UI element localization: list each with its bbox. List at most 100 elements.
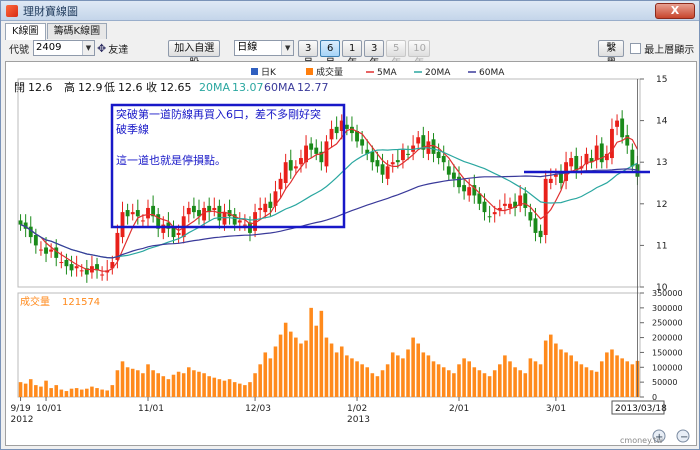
volume-bar[interactable]	[589, 370, 594, 397]
candle-body[interactable]	[487, 216, 492, 218]
candle-body[interactable]	[599, 143, 604, 163]
title-bar[interactable]: 理財寶線圖 X	[1, 1, 699, 21]
volume-bar[interactable]	[105, 390, 110, 397]
candle-body[interactable]	[120, 212, 125, 238]
candle-body[interactable]	[258, 207, 263, 211]
range-button-3y[interactable]: 3年	[364, 39, 385, 69]
volume-bar[interactable]	[309, 307, 313, 397]
volume-bar[interactable]	[34, 385, 38, 397]
volume-bar[interactable]	[237, 383, 242, 397]
volume-bar[interactable]	[390, 352, 395, 397]
volume-bar[interactable]	[375, 376, 380, 397]
candle-body[interactable]	[523, 193, 528, 208]
volume-bar[interactable]	[538, 364, 543, 397]
volume-bar[interactable]	[69, 388, 74, 397]
range-button-5y[interactable]: 5年	[386, 39, 407, 69]
candle-body[interactable]	[79, 270, 84, 272]
tab-chip-kline[interactable]: 籌碼K線圖	[46, 23, 108, 39]
volume-bar[interactable]	[533, 361, 538, 397]
volume-bar[interactable]	[258, 364, 262, 397]
volume-bar[interactable]	[365, 367, 370, 397]
candle-body[interactable]	[69, 264, 74, 271]
volume-bar[interactable]	[518, 370, 522, 397]
volume-bar[interactable]	[462, 358, 466, 397]
volume-bar[interactable]	[90, 386, 94, 397]
volume-bar[interactable]	[508, 361, 512, 397]
volume-bar[interactable]	[447, 370, 451, 397]
volume-bar[interactable]	[548, 334, 553, 397]
chevron-down-icon[interactable]: ▼	[281, 41, 294, 55]
volume-bar[interactable]	[329, 343, 334, 397]
volume-bar[interactable]	[441, 367, 446, 397]
volume-bar[interactable]	[125, 367, 130, 397]
candle-body[interactable]	[268, 201, 273, 208]
volume-bar[interactable]	[574, 361, 579, 397]
candle-body[interactable]	[44, 247, 48, 254]
volume-bar[interactable]	[64, 391, 69, 397]
candle-body[interactable]	[502, 203, 507, 206]
volume-bar[interactable]	[151, 370, 155, 397]
candle-body[interactable]	[176, 232, 181, 235]
volume-bar[interactable]	[171, 374, 176, 397]
candle-body[interactable]	[457, 176, 461, 188]
volume-bar[interactable]	[554, 343, 558, 397]
volume-bar[interactable]	[350, 358, 354, 397]
candle-body[interactable]	[451, 172, 456, 179]
candle-body[interactable]	[324, 141, 329, 167]
volume-bar[interactable]	[564, 352, 568, 397]
range-button-10y[interactable]: 10年	[408, 39, 431, 69]
volume-bar[interactable]	[253, 373, 257, 397]
candle-body[interactable]	[615, 120, 619, 127]
volume-bar[interactable]	[136, 370, 140, 397]
volume-bar[interactable]	[431, 361, 436, 397]
volume-bar[interactable]	[625, 361, 630, 397]
volume-bar[interactable]	[197, 371, 201, 397]
volume-bar[interactable]	[299, 343, 303, 397]
volume-bar[interactable]	[314, 325, 319, 397]
close-button[interactable]: X	[655, 3, 695, 19]
candle-body[interactable]	[18, 220, 23, 225]
volume-bar[interactable]	[396, 355, 400, 397]
volume-bar[interactable]	[120, 361, 125, 397]
volume-bar[interactable]	[559, 349, 563, 397]
topmost-checkbox[interactable]	[630, 42, 642, 54]
volume-bar[interactable]	[28, 379, 33, 397]
candle-body[interactable]	[263, 203, 268, 213]
candle-body[interactable]	[533, 218, 538, 233]
candle-body[interactable]	[146, 207, 150, 219]
stock-chart[interactable]: 日K 成交量 5MA 20MA 60MA 開 12.6 高 12.9 低 12.…	[6, 62, 696, 445]
volume-bar[interactable]	[487, 376, 492, 397]
candle-body[interactable]	[630, 149, 635, 167]
add-watchlist-button[interactable]: 加入自選股	[168, 39, 221, 69]
volume-bar[interactable]	[283, 322, 288, 397]
volume-bar[interactable]	[59, 389, 64, 397]
candle-body[interactable]	[329, 128, 334, 140]
period-combo[interactable]: 日線 ▼	[234, 40, 295, 56]
volume-bar[interactable]	[217, 379, 222, 397]
volume-bar[interactable]	[477, 370, 482, 397]
volume-bar[interactable]	[232, 382, 237, 397]
volume-bar[interactable]	[467, 361, 471, 397]
volume-bar[interactable]	[294, 337, 298, 397]
candle-body[interactable]	[400, 149, 405, 161]
candle-body[interactable]	[334, 126, 339, 134]
volume-bar[interactable]	[278, 334, 283, 397]
candle-body[interactable]	[130, 212, 135, 215]
volume-bar[interactable]	[146, 364, 150, 397]
volume-bar[interactable]	[324, 337, 329, 397]
volume-bar[interactable]	[288, 331, 293, 397]
volume-bar[interactable]	[18, 382, 23, 397]
volume-bar[interactable]	[569, 355, 573, 397]
volume-bar[interactable]	[227, 379, 232, 397]
candle-body[interactable]	[360, 139, 365, 146]
volume-bar[interactable]	[370, 373, 375, 397]
volume-bar[interactable]	[212, 377, 217, 397]
chart-panel[interactable]: 日K 成交量 5MA 20MA 60MA 開 12.6 高 12.9 低 12.…	[5, 61, 697, 446]
candle-body[interactable]	[482, 201, 487, 213]
volume-bar[interactable]	[95, 388, 99, 397]
volume-bar[interactable]	[268, 358, 273, 397]
volume-bar[interactable]	[610, 349, 614, 397]
print-button[interactable]: 繫黑	[598, 39, 625, 69]
candle-body[interactable]	[416, 137, 421, 144]
volume-bar[interactable]	[54, 385, 59, 397]
